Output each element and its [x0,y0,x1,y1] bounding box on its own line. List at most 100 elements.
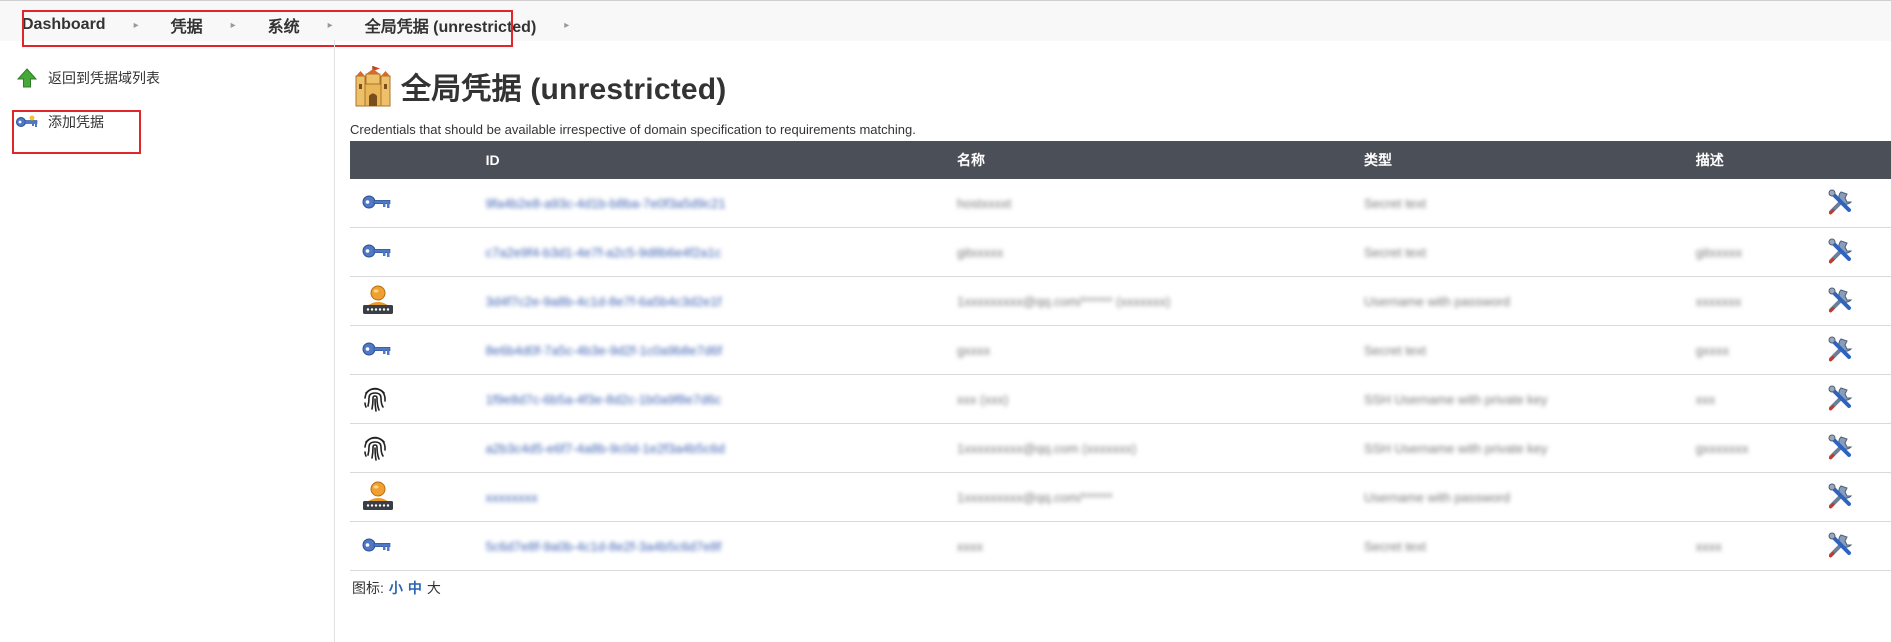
row-description-text: gxxxx [1695,342,1729,358]
configure-wrench-icon[interactable] [1827,385,1855,415]
row-name-text: 1xxxxxxxxx@qq.com (xxxxxxx) [957,440,1137,456]
row-description: gxxxx [1695,325,1827,375]
row-name-text: 1xxxxxxxxx@qq.com/****** [957,489,1113,505]
row-type-text: SSH Username with private key [1364,440,1548,456]
row-name-text: hostxxxxt [957,195,1012,211]
row-name: 1xxxxxxxxx@qq.com/****** (xxxxxxx) [957,276,1365,326]
row-name-text: xxx (xxx) [957,391,1009,407]
task-back-label[interactable]: 返回到凭据域列表 [48,68,160,88]
header-actions [1826,141,1891,179]
row-type: Secret text [1364,325,1696,375]
fingerprint-icon [362,436,388,464]
row-actions [1826,179,1891,228]
row-actions [1826,472,1891,522]
row-description: gitxxxxx [1695,227,1827,277]
configure-wrench-icon[interactable] [1827,483,1855,513]
row-actions [1826,374,1891,424]
row-description-text: gitxxxxx [1695,244,1742,260]
row-id[interactable]: 1f9e8d7c-6b5a-4f3e-8d2c-1b0a9f8e7d6c [485,374,957,424]
header-id[interactable]: ID [485,141,957,179]
row-actions [1826,276,1891,326]
row-description: xxxxxxx [1695,276,1827,326]
row-id[interactable]: c7a2e9f4-b3d1-4e7f-a2c5-9d8b6e4f2a1c [485,227,957,277]
icon-size-label: 图标: [352,580,384,596]
table-row: 8e6b4d0f-7a5c-4b3e-9d2f-1c0a9b8e7d6f gxxx… [350,325,1891,375]
row-actions [1826,423,1891,473]
row-icon-cell [350,227,486,277]
key-icon [362,195,392,213]
header-name[interactable]: 名称 [957,141,1365,179]
row-id-link[interactable]: 9fa4b2e8-a93c-4d1b-b8ba-7e0f3a5d9c21 [486,196,726,211]
key-icon [362,244,392,262]
row-name: gitxxxxx [957,227,1365,277]
row-id-link[interactable]: 1f9e8d7c-6b5a-4f3e-8d2c-1b0a9f8e7d6c [486,392,722,407]
row-actions [1826,521,1891,571]
configure-wrench-icon[interactable] [1827,336,1855,366]
row-type: Username with password [1364,276,1696,326]
configure-wrench-icon[interactable] [1827,238,1855,268]
row-name-text: gitxxxxx [957,244,1004,260]
row-id-link[interactable]: xxxxxxxx [486,490,538,505]
page-title: 全局凭据 (unrestricted) [401,73,727,106]
header-description[interactable]: 描述 [1695,141,1827,179]
row-id[interactable]: xxxxxxxx [485,472,957,522]
row-name: gxxxx [957,325,1365,375]
row-type: Secret text [1364,521,1696,571]
row-id-link[interactable]: c7a2e9f4-b3d1-4e7f-a2c5-9d8b6e4f2a1c [486,245,722,260]
row-name: xxx (xxx) [957,374,1365,424]
row-description-text: gxxxxxxx [1695,440,1749,456]
table-row: 1f9e8d7c-6b5a-4f3e-8d2c-1b0a9f8e7d6c xxx … [350,374,1891,424]
configure-wrench-icon[interactable] [1827,189,1855,219]
row-type-text: Username with password [1364,293,1510,309]
row-description: gxxxxxxx [1695,423,1827,473]
row-actions [1826,325,1891,375]
row-name: hostxxxxt [957,179,1365,228]
table-row: xxxxxxxx 1xxxxxxxxx@qq.com/****** Username… [350,472,1891,522]
icon-size-large: 大 [426,580,441,596]
row-id-link[interactable]: 8e6b4d0f-7a5c-4b3e-9d2f-1c0a9b8e7d6f [486,343,722,358]
row-type: SSH Username with private key [1364,374,1696,424]
breadcrumb-chevron-icon[interactable]: ▸ [564,20,569,31]
user-pass-icon [362,285,394,318]
icon-size-small[interactable]: 小 [389,580,403,596]
key-icon [362,538,392,556]
row-id[interactable]: a2b3c4d5-e6f7-4a8b-9c0d-1e2f3a4b5c6d [485,423,957,473]
row-id-link[interactable]: a2b3c4d5-e6f7-4a8b-9c0d-1e2f3a4b5c6d [486,441,725,456]
row-actions [1826,227,1891,277]
user-pass-icon [362,481,394,514]
row-id[interactable]: 8e6b4d0f-7a5c-4b3e-9d2f-1c0a9b8e7d6f [485,325,957,375]
icon-size-selector: 图标: 小中大 [352,578,441,598]
page-description: Credentials that should be available irr… [350,122,916,137]
task-back-to-domains[interactable]: 返回到凭据域列表 [16,68,160,88]
row-icon-cell [350,325,486,375]
row-id[interactable]: 9fa4b2e8-a93c-4d1b-b8ba-7e0f3a5d9c21 [485,179,957,228]
annotation-box-add-credential [12,110,141,154]
row-name-text: gxxxx [957,342,991,358]
row-type-text: Secret text [1364,342,1427,358]
row-id[interactable]: 3d4f7c2e-9a8b-4c1d-8e7f-6a5b4c3d2e1f [485,276,957,326]
row-description [1695,472,1827,522]
row-description-text: xxx [1695,391,1716,407]
header-icon[interactable] [350,141,486,179]
row-description: xxxx [1695,521,1827,571]
row-id-link[interactable]: 3d4f7c2e-9a8b-4c1d-8e7f-6a5b4c3d2e1f [486,294,722,309]
configure-wrench-icon[interactable] [1827,434,1855,464]
row-id[interactable]: 5c6d7e8f-9a0b-4c1d-8e2f-3a4b5c6d7e8f [485,521,957,571]
table-header-row: ID 名称 类型 描述 [350,141,1891,179]
row-type-text: Username with password [1364,489,1510,505]
table-row: 9fa4b2e8-a93c-4d1b-b8ba-7e0f3a5d9c21 host… [350,179,1891,228]
row-description: xxx [1695,374,1827,424]
row-id-link[interactable]: 5c6d7e8f-9a0b-4c1d-8e2f-3a4b5c6d7e8f [486,539,722,554]
row-type: SSH Username with private key [1364,423,1696,473]
icon-size-medium[interactable]: 中 [408,580,422,596]
up-arrow-icon [16,68,38,88]
configure-wrench-icon[interactable] [1827,532,1855,562]
header-type[interactable]: 类型 [1364,141,1696,179]
row-icon-cell [350,472,486,522]
row-icon-cell [350,521,486,571]
table-row: 3d4f7c2e-9a8b-4c1d-8e7f-6a5b4c3d2e1f 1xxx… [350,276,1891,326]
row-icon-cell [350,179,486,228]
configure-wrench-icon[interactable] [1827,287,1855,317]
row-type-text: Secret text [1364,538,1427,554]
row-name: 1xxxxxxxxx@qq.com (xxxxxxx) [957,423,1365,473]
